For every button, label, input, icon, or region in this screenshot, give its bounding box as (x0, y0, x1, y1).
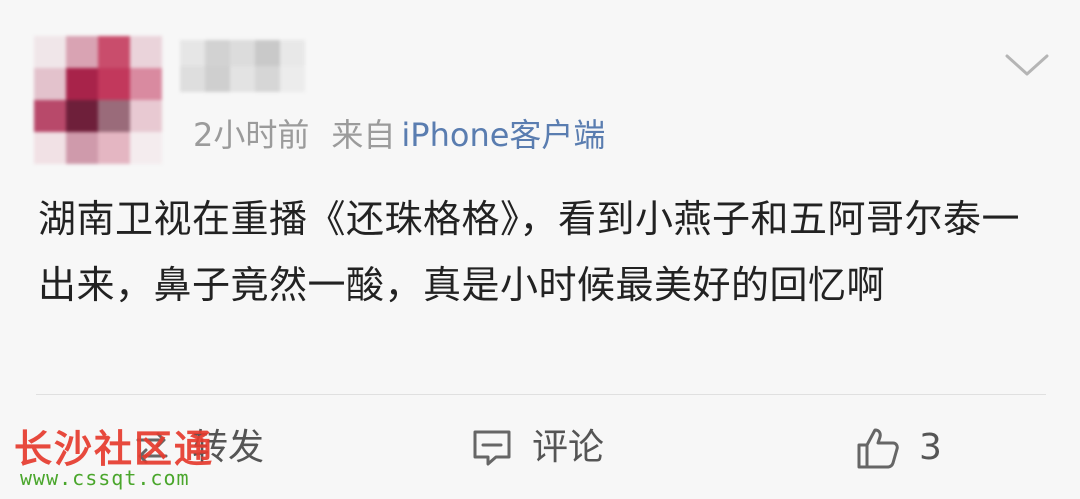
divider (36, 394, 1046, 395)
comment-label: 评论 (532, 427, 605, 468)
watermark: 长沙社区通 www.cssqt.com (10, 418, 240, 490)
watermark-url: www.cssqt.com (20, 466, 190, 490)
like-button[interactable]: 3 (855, 420, 942, 476)
thumbs-up-icon (857, 428, 899, 469)
avatar[interactable] (34, 36, 162, 164)
like-count: 3 (919, 427, 942, 468)
post-meta: 2小时前 来自 iPhone客户端 (193, 113, 605, 157)
comment-icon (473, 430, 511, 466)
post-text: 湖南卫视在重播《还珠格格》，看到小燕子和五阿哥尔泰一出来，鼻子竟然一酸，真是小时… (38, 197, 1021, 307)
chevron-down-icon[interactable] (1004, 50, 1050, 80)
weibo-post-card: 2小时前 来自 iPhone客户端 湖南卫视在重播《还珠格格》，看到小燕子和五阿哥尔… (0, 0, 1080, 499)
comment-button[interactable]: 评论 (470, 420, 604, 476)
watermark-title: 长沙社区通 (14, 427, 215, 471)
source-prefix: 来自 (331, 116, 396, 154)
username-blurred[interactable] (180, 40, 305, 92)
post-time: 2小时前 (193, 116, 310, 154)
source-link[interactable]: iPhone客户端 (401, 116, 605, 154)
